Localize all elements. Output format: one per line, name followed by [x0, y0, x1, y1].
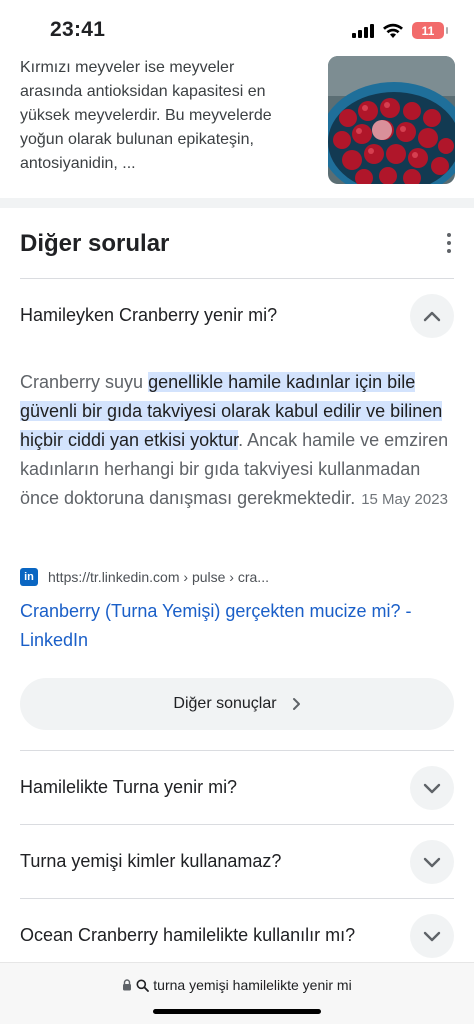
status-icons: 11 — [352, 22, 448, 39]
question-text: Ocean Cranberry hamilelikte kullanılır m… — [20, 925, 356, 945]
battery-level: 11 — [421, 23, 435, 38]
cranberries-image[interactable] — [328, 56, 455, 184]
address-query: turna yemişi hamilelikte yenir mi — [153, 977, 352, 993]
divider — [20, 278, 454, 279]
expand-button[interactable] — [410, 766, 454, 810]
more-options-icon[interactable] — [446, 233, 452, 253]
address-field[interactable]: turna yemişi hamilelikte yenir mi — [0, 977, 474, 993]
battery-icon: 11 — [412, 22, 448, 39]
question-text: Hamileyken Cranberry yenir mi? — [20, 305, 278, 325]
divider — [20, 750, 454, 751]
expand-button[interactable] — [410, 914, 454, 958]
more-results-button[interactable]: Diğer sonuçlar — [20, 678, 454, 730]
question-text: Turna yemişi kimler kullanamaz? — [20, 851, 282, 871]
chevron-down-icon — [423, 931, 441, 942]
chevron-up-icon — [423, 311, 441, 322]
expand-button[interactable] — [410, 840, 454, 884]
question-item[interactable]: Hamilelikte Turna yenir mi? — [0, 752, 474, 824]
browser-address-bar[interactable]: turna yemişi hamilelikte yenir mi — [0, 962, 474, 1024]
status-bar: 23:41 11 — [0, 0, 474, 52]
chevron-down-icon — [423, 783, 441, 794]
search-snippet[interactable]: Kırmızı meyveler ise meyveler arasında a… — [0, 52, 474, 198]
divider — [20, 898, 454, 899]
source-url[interactable]: https://tr.linkedin.com › pulse › cra... — [48, 569, 269, 585]
question-expanded[interactable]: Hamileyken Cranberry yenir mi? — [0, 280, 474, 352]
question-text: Hamilelikte Turna yenir mi? — [20, 777, 238, 797]
answer-text: Cranberry suyu genellikle hamile kadınla… — [20, 368, 454, 514]
search-icon — [136, 979, 150, 992]
linkedin-icon: in — [20, 568, 38, 586]
cellular-signal-icon — [352, 23, 374, 38]
source-line[interactable]: in https://tr.linkedin.com › pulse › cra… — [20, 568, 269, 586]
section-title: Diğer sorular — [20, 230, 170, 257]
home-indicator[interactable] — [153, 1009, 321, 1014]
snippet-text: Kırmızı meyveler ise meyveler arasında a… — [20, 59, 272, 172]
section-separator — [0, 198, 474, 208]
chevron-down-icon — [423, 857, 441, 868]
answer-text-start: Cranberry suyu — [20, 372, 149, 392]
question-item[interactable]: Turna yemişi kimler kullanamaz? — [0, 826, 474, 898]
answer-date: 15 May 2023 — [361, 491, 448, 508]
wifi-icon — [383, 23, 403, 38]
source-title-link[interactable]: Cranberry (Turna Yemişi) gerçekten muciz… — [20, 597, 460, 655]
collapse-button[interactable] — [410, 294, 454, 338]
lock-icon — [123, 979, 132, 991]
more-results-label: Diğer sonuçlar — [173, 695, 277, 712]
divider — [20, 824, 454, 825]
chevron-right-icon — [292, 698, 300, 710]
status-time: 23:41 — [50, 18, 106, 41]
